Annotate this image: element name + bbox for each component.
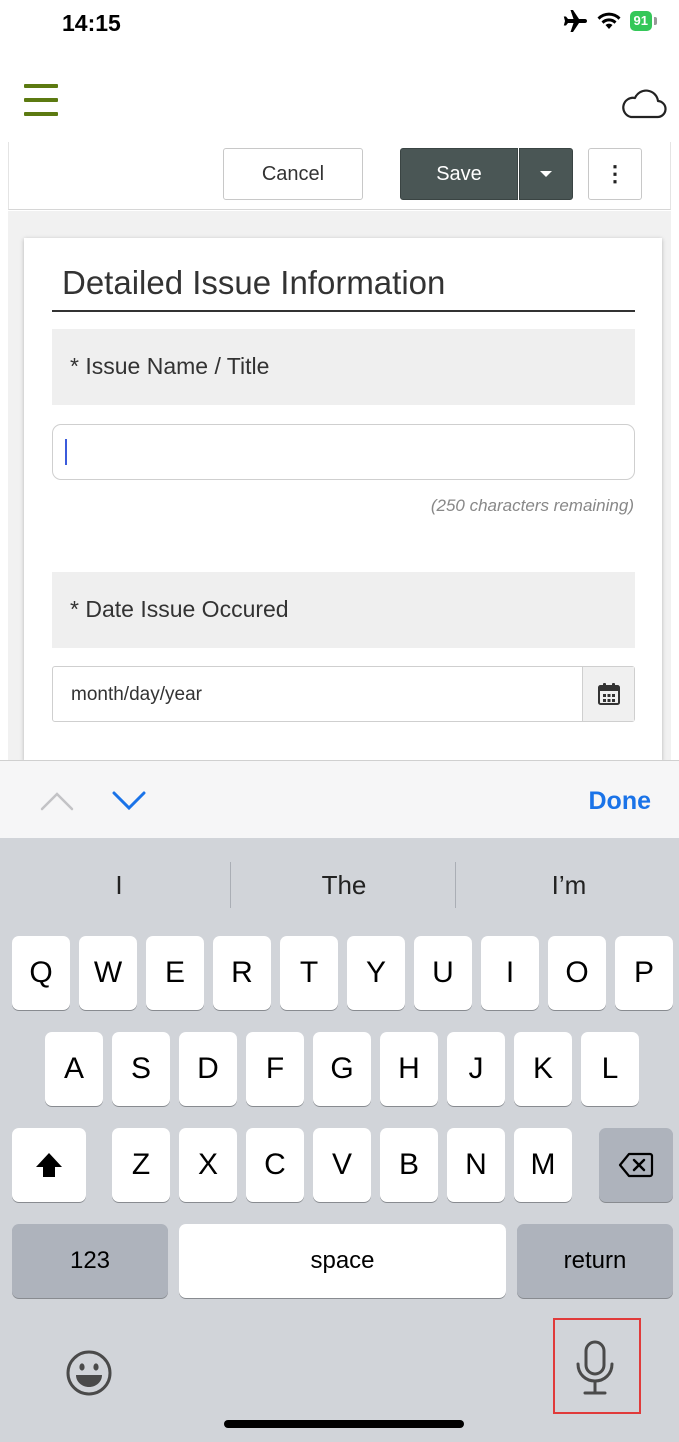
keyboard-accessory-bar: Done [0,760,679,838]
key-c[interactable]: C [246,1128,304,1202]
suggestion-bar: I The I’m [0,838,679,932]
next-field-icon[interactable] [112,791,146,811]
key-y[interactable]: Y [347,936,405,1010]
issue-name-label-box: * Issue Name / Title [52,329,635,405]
issue-name-input[interactable] [52,424,635,480]
date-label-box: * Date Issue Occured [52,572,635,648]
key-n[interactable]: N [447,1128,505,1202]
key-a[interactable]: A [45,1032,103,1106]
calendar-button[interactable] [582,667,634,721]
section-title: Detailed Issue Information [62,264,446,301]
date-input[interactable]: month/day/year [52,666,635,722]
characters-remaining: (250 characters remaining) [430,496,634,515]
key-u[interactable]: U [414,936,472,1010]
cancel-button[interactable]: Cancel [223,148,363,200]
date-label: * Date Issue Occured [70,596,289,622]
return-key[interactable]: return [517,1224,673,1298]
key-f[interactable]: F [246,1032,304,1106]
home-indicator [224,1420,464,1428]
key-h[interactable]: H [380,1032,438,1106]
issue-name-label: * Issue Name / Title [70,353,270,379]
key-e[interactable]: E [146,936,204,1010]
numbers-key[interactable]: 123 [12,1224,168,1298]
space-key[interactable]: space [179,1224,506,1298]
battery-indicator: 91 [629,11,652,31]
more-options-button[interactable]: ⋮ [588,148,642,200]
wifi-icon [597,12,621,29]
key-o[interactable]: O [548,936,606,1010]
done-button[interactable]: Done [589,787,652,816]
key-j[interactable]: J [447,1032,505,1106]
caret-down-icon [540,171,552,177]
save-options-dropdown[interactable] [519,148,573,200]
key-d[interactable]: D [179,1032,237,1106]
key-l[interactable]: L [581,1032,639,1106]
key-w[interactable]: W [79,936,137,1010]
battery-tip [654,17,657,25]
key-b[interactable]: B [380,1128,438,1202]
key-z[interactable]: Z [112,1128,170,1202]
key-q[interactable]: Q [12,936,70,1010]
key-x[interactable]: X [179,1128,237,1202]
key-g[interactable]: G [313,1032,371,1106]
key-s[interactable]: S [112,1032,170,1106]
key-p[interactable]: P [615,936,673,1010]
issue-form-card: Detailed Issue Information * Issue Name … [24,238,662,761]
cloud-icon[interactable] [619,86,667,120]
key-i[interactable]: I [481,936,539,1010]
save-button[interactable]: Save [400,148,518,200]
key-k[interactable]: K [514,1032,572,1106]
status-icons: 91 [562,10,657,32]
key-t[interactable]: T [280,936,338,1010]
emoji-icon[interactable] [64,1348,114,1398]
backspace-key[interactable] [599,1128,673,1202]
key-v[interactable]: V [313,1128,371,1202]
microphone-highlight-box [553,1318,641,1414]
action-toolbar: Cancel Save ⋮ [8,142,671,210]
suggestion-item[interactable]: I’m [456,870,679,901]
suggestion-item[interactable]: The [231,870,457,901]
previous-field-icon[interactable] [40,791,74,811]
suggestion-item[interactable]: I [6,870,232,901]
shift-key[interactable] [12,1128,86,1202]
key-m[interactable]: M [514,1128,572,1202]
backspace-icon [618,1152,654,1178]
status-bar: 14:15 91 [0,0,679,50]
title-divider [52,310,635,312]
shift-icon [36,1153,62,1177]
status-time: 14:15 [62,10,121,36]
text-caret [65,439,67,465]
date-placeholder: month/day/year [71,684,202,705]
key-r[interactable]: R [213,936,271,1010]
airplane-mode-icon [563,10,587,32]
hamburger-menu-icon[interactable] [24,82,58,118]
calendar-icon [597,683,620,705]
